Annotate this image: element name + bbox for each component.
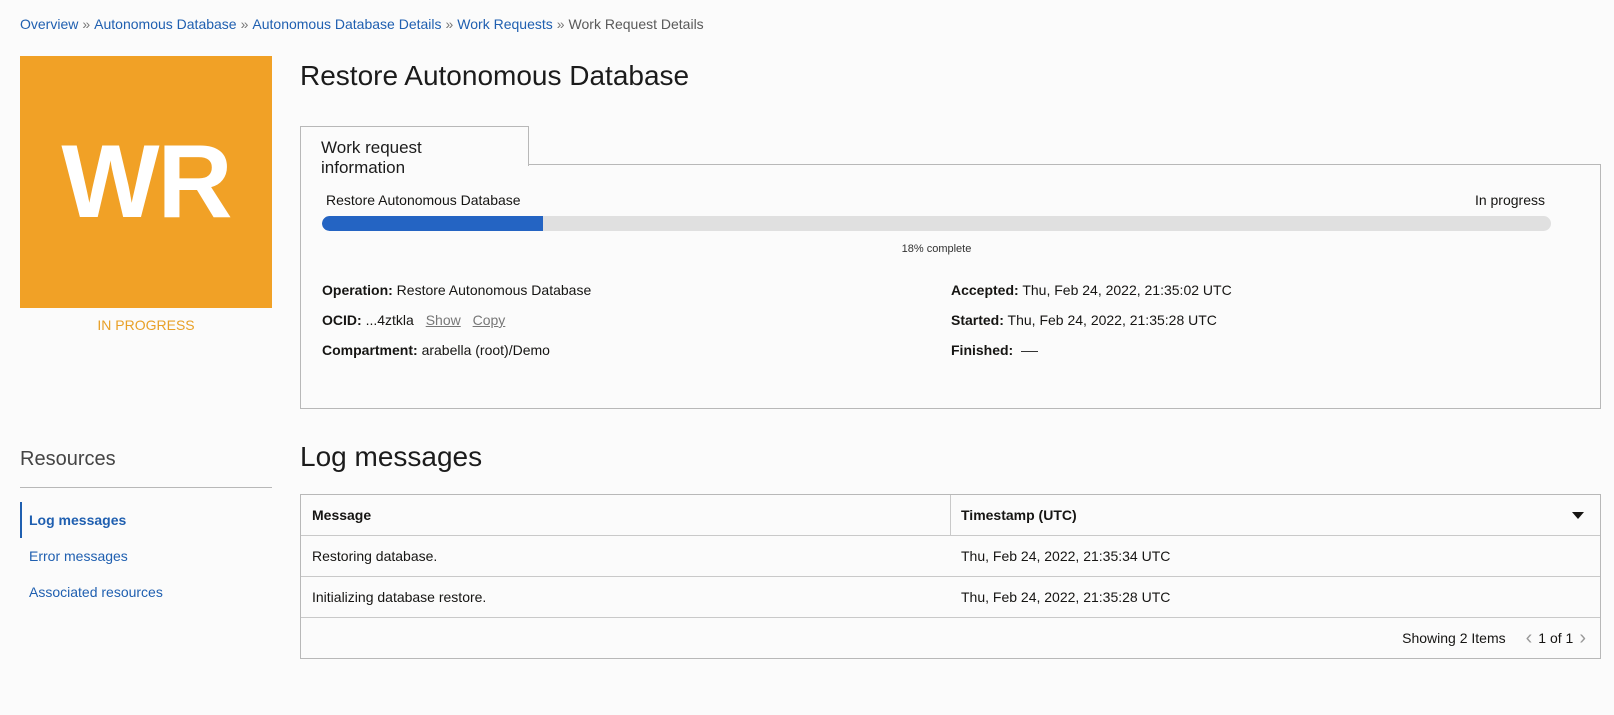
chevron-left-icon[interactable]: ‹	[1520, 628, 1539, 648]
page-indicator: 1 of 1	[1538, 630, 1574, 646]
table-header-row: Message Timestamp (UTC)	[301, 495, 1600, 536]
progress-bar	[322, 216, 1551, 231]
row-timestamp: Thu, Feb 24, 2022, 21:35:34 UTC	[961, 548, 1171, 564]
sort-descending-icon[interactable]	[1572, 512, 1584, 519]
empty-value-dash	[1021, 350, 1039, 352]
resource-item-associated-resources[interactable]: Associated resources	[20, 574, 272, 610]
breadcrumb-current: Work Request Details	[568, 16, 704, 32]
accepted-label: Accepted:	[951, 282, 1019, 298]
started-label: Started:	[951, 312, 1004, 328]
operation-value: Restore Autonomous Database	[396, 282, 592, 298]
log-messages-title: Log messages	[300, 441, 483, 472]
resource-item-error-messages[interactable]: Error messages	[20, 538, 272, 574]
ocid-copy-link[interactable]: Copy	[473, 312, 506, 328]
breadcrumb-separator: »	[240, 16, 249, 32]
column-header-timestamp[interactable]: Timestamp (UTC)	[951, 495, 1600, 535]
progress-label: Restore Autonomous Database	[326, 192, 521, 208]
tab-work-request-information[interactable]: Work request information	[300, 126, 529, 177]
work-request-info-panel: Restore Autonomous Database In progress …	[300, 164, 1601, 409]
ocid-label: OCID:	[322, 312, 362, 328]
column-header-timestamp-label: Timestamp (UTC)	[961, 507, 1077, 523]
ocid-show-link[interactable]: Show	[426, 312, 461, 328]
breadcrumb-autonomous-database[interactable]: Autonomous Database	[94, 16, 236, 32]
column-header-message: Message	[301, 495, 951, 535]
work-request-tile: WR	[20, 56, 272, 308]
table-row: Restoring database. Thu, Feb 24, 2022, 2…	[301, 536, 1600, 577]
info-operation: Operation: Restore Autonomous Database	[322, 282, 591, 312]
info-column-right: Accepted: Thu, Feb 24, 2022, 21:35:02 UT…	[951, 282, 1232, 372]
showing-items-text: Showing 2 Items	[1402, 630, 1506, 646]
table-row: Initializing database restore. Thu, Feb …	[301, 577, 1600, 618]
breadcrumb-autonomous-database-details[interactable]: Autonomous Database Details	[252, 16, 441, 32]
info-finished: Finished:	[951, 342, 1232, 372]
compartment-value: arabella (root)/Demo	[421, 342, 550, 358]
row-message: Initializing database restore.	[312, 589, 487, 605]
breadcrumb-work-requests[interactable]: Work Requests	[457, 16, 552, 32]
progress-state: In progress	[1474, 192, 1545, 208]
accepted-value: Thu, Feb 24, 2022, 21:35:02 UTC	[1022, 282, 1232, 298]
resources-title: Resources	[20, 448, 116, 470]
breadcrumb-overview[interactable]: Overview	[20, 16, 78, 32]
breadcrumb-separator: »	[556, 16, 565, 32]
tile-status-text: IN PROGRESS	[97, 317, 195, 333]
info-ocid: OCID: ...4ztkla Show Copy	[322, 312, 591, 342]
ocid-value: ...4ztkla	[365, 312, 414, 328]
breadcrumb-separator: »	[82, 16, 91, 32]
table-pagination: Showing 2 Items ‹ 1 of 1 ›	[1402, 618, 1600, 658]
progress-percent-text: 18% complete	[901, 243, 972, 255]
info-column-left: Operation: Restore Autonomous Database O…	[322, 282, 591, 372]
resources-divider	[20, 487, 272, 488]
breadcrumb: Overview» Autonomous Database» Autonomous …	[20, 16, 704, 32]
row-message: Restoring database.	[312, 548, 438, 564]
page-title: Restore Autonomous Database	[300, 60, 690, 91]
compartment-label: Compartment:	[322, 342, 418, 358]
finished-label: Finished:	[951, 342, 1014, 358]
resources-nav: Log messages Error messages Associated r…	[20, 502, 272, 610]
info-accepted: Accepted: Thu, Feb 24, 2022, 21:35:02 UT…	[951, 282, 1232, 312]
started-value: Thu, Feb 24, 2022, 21:35:28 UTC	[1007, 312, 1217, 328]
log-messages-table: Message Timestamp (UTC) Restoring databa…	[300, 494, 1601, 659]
row-timestamp: Thu, Feb 24, 2022, 21:35:28 UTC	[961, 589, 1171, 605]
tile-initials: WR	[61, 123, 232, 240]
breadcrumb-separator: »	[445, 16, 454, 32]
chevron-right-icon[interactable]: ›	[1573, 628, 1592, 648]
info-compartment: Compartment: arabella (root)/Demo	[322, 342, 591, 372]
resource-item-log-messages[interactable]: Log messages	[20, 502, 272, 538]
operation-label: Operation:	[322, 282, 393, 298]
progress-fill	[322, 216, 544, 231]
info-started: Started: Thu, Feb 24, 2022, 21:35:28 UTC	[951, 312, 1232, 342]
